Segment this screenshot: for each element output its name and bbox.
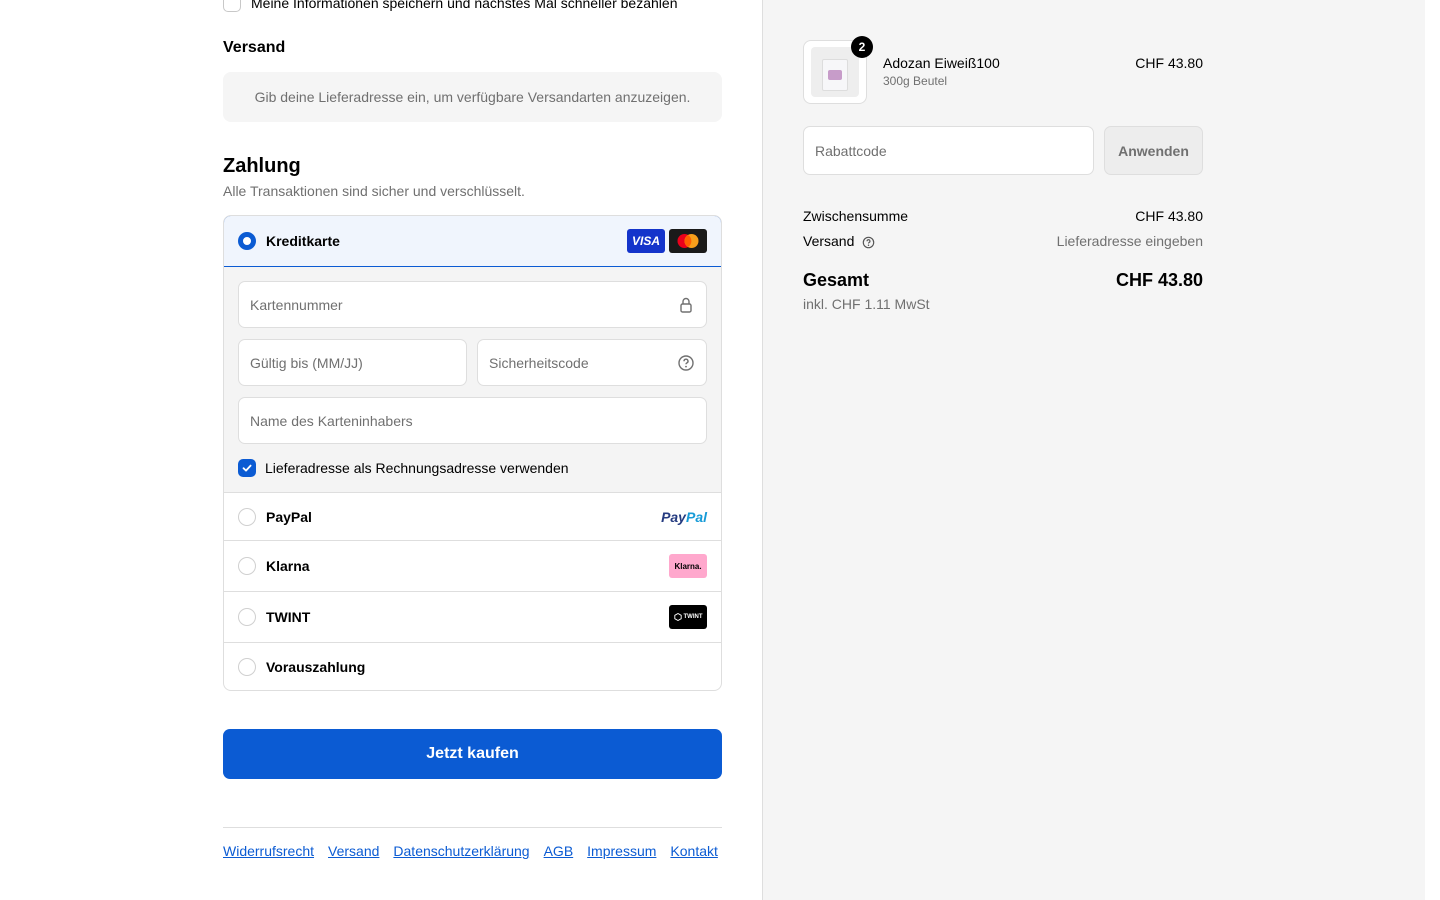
shipping-info-box: Gib deine Lieferadresse ein, um verfügba…	[223, 72, 722, 122]
security-code-input[interactable]	[489, 354, 677, 371]
klarna-logo-icon: Klarna.	[669, 554, 707, 578]
mastercard-logo-icon	[669, 229, 707, 253]
paypal-radio[interactable]	[238, 507, 256, 526]
visa-logo-icon: VISA	[627, 229, 665, 253]
twint-label: TWINT	[266, 609, 311, 625]
billing-same-label: Lieferadresse als Rechnungsadresse verwe…	[265, 460, 569, 476]
expiry-field[interactable]	[238, 339, 467, 386]
billing-same-checkbox[interactable]	[238, 459, 256, 477]
lock-icon	[680, 297, 692, 313]
save-info-label: Meine Informationen speichern und nächst…	[251, 0, 678, 11]
product-price: CHF 43.80	[1135, 55, 1203, 71]
prepayment-radio[interactable]	[238, 658, 256, 676]
save-info-row[interactable]: Meine Informationen speichern und nächst…	[223, 0, 677, 12]
expiry-input[interactable]	[250, 354, 455, 371]
payment-methods: Kreditkarte VISA Kartennummer Gültig bis…	[223, 215, 722, 691]
paypal-label: PayPal	[266, 508, 312, 525]
subtotal-label: Zwischensumme	[803, 208, 909, 224]
footer-link-widerrufsrecht[interactable]: Widerrufsrecht	[223, 843, 314, 859]
klarna-radio[interactable]	[238, 557, 256, 575]
credit-card-form: Lieferadresse als Rechnungsadresse verwe…	[224, 267, 721, 493]
card-number-input[interactable]	[250, 296, 677, 313]
buy-now-button[interactable]: Jetzt kaufen	[223, 729, 722, 779]
product-variant: 300g Beutel	[883, 74, 948, 88]
footer-link-versand[interactable]: Versand	[328, 843, 379, 859]
total-row: Gesamt CHF 43.80	[803, 270, 1203, 291]
footer-link-kontakt[interactable]: Kontakt	[670, 843, 717, 859]
prepayment-label: Vorauszahlung	[266, 659, 366, 675]
shipping-value: Lieferadresse eingeben	[1056, 233, 1203, 249]
payment-option-paypal[interactable]: PayPal PayPal	[224, 493, 721, 541]
card-number-field[interactable]	[238, 281, 707, 328]
footer-link-datenschutz[interactable]: Datenschutzerklärung	[393, 843, 529, 859]
twint-logo-icon: TWINT	[669, 605, 707, 629]
checkmark-icon	[242, 464, 252, 472]
shipping-help-icon[interactable]	[862, 236, 875, 249]
payment-option-twint[interactable]: TWINT TWINT	[224, 592, 721, 643]
discount-code-input[interactable]	[815, 142, 1082, 159]
footer-link-agb[interactable]: AGB	[544, 843, 574, 859]
shipping-heading: Versand	[223, 39, 286, 56]
footer-link-impressum[interactable]: Impressum	[587, 843, 656, 859]
security-code-field[interactable]	[477, 339, 707, 386]
product-bag-icon	[822, 59, 848, 91]
credit-card-radio[interactable]	[238, 232, 256, 250]
page-edge	[1425, 0, 1440, 900]
payment-option-credit-card[interactable]: Kreditkarte VISA	[224, 216, 721, 267]
billing-same-row[interactable]: Lieferadresse als Rechnungsadresse verwe…	[238, 459, 569, 477]
footer-links: Widerrufsrecht Versand Datenschutzerklär…	[223, 827, 722, 859]
discount-code-field[interactable]	[803, 126, 1094, 175]
shipping-row: Versand Lieferadresse eingeben	[803, 233, 1203, 249]
payment-heading: Zahlung	[223, 155, 301, 177]
shipping-label: Versand	[803, 233, 855, 249]
cardholder-name-field[interactable]	[238, 397, 707, 444]
apply-discount-button[interactable]: Anwenden	[1104, 126, 1203, 175]
credit-card-label: Kreditkarte	[266, 233, 340, 249]
quantity-badge: 2	[851, 36, 873, 58]
product-image	[811, 47, 859, 97]
klarna-label: Klarna	[266, 558, 310, 574]
payment-option-prepayment[interactable]: Vorauszahlung	[224, 643, 721, 690]
payment-option-klarna[interactable]: Klarna Klarna.	[224, 541, 721, 592]
twint-radio[interactable]	[238, 608, 256, 626]
cardholder-name-input[interactable]	[250, 412, 695, 429]
paypal-logo-icon: PayPal	[661, 508, 707, 525]
total-value: CHF 43.80	[1115, 270, 1203, 290]
subtotal-value: CHF 43.80	[1135, 208, 1203, 224]
save-info-checkbox[interactable]	[223, 0, 241, 12]
tax-note: inkl. CHF 1.11 MwSt	[803, 296, 930, 312]
product-name: Adozan Eiweiß100	[883, 55, 1000, 71]
shipping-label-wrap: Versand	[803, 233, 875, 249]
question-circle-icon[interactable]	[677, 354, 695, 372]
payment-subtitle: Alle Transaktionen sind sicher und versc…	[223, 183, 525, 199]
total-label: Gesamt	[803, 270, 870, 290]
subtotal-row: Zwischensumme CHF 43.80	[803, 208, 1203, 224]
